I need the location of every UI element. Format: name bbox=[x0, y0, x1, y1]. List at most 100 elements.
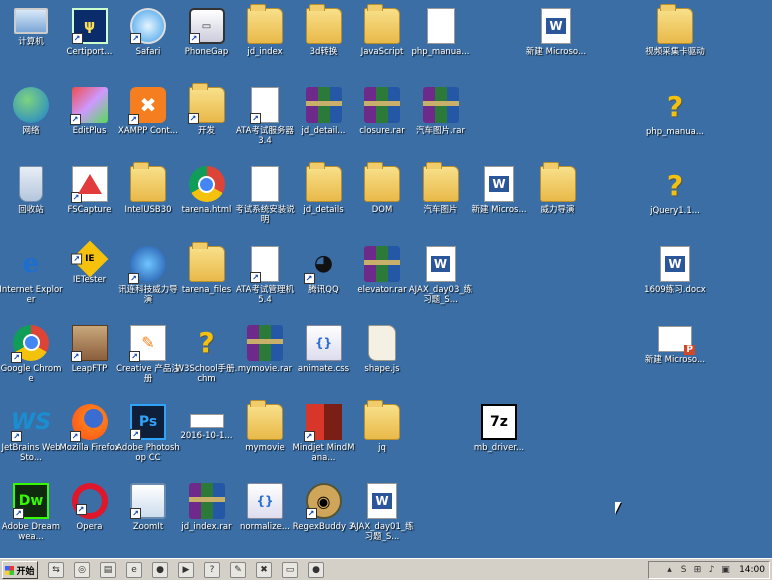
desktop[interactable]: 计算机 ψ ↗ Certiport... ↗ Safari ▭ ↗ PhoneGap jd_ind… bbox=[0, 0, 772, 558]
desktop-icon-qq[interactable]: ◕ ↗ 腾讯QQ bbox=[294, 242, 354, 320]
desktop-icon-editplus[interactable]: ↗ EditPlus bbox=[60, 83, 120, 161]
desktop-icon-chrome[interactable]: ↗ Google Chrome bbox=[1, 321, 61, 399]
desktop-icon-phonegap[interactable]: ▭ ↗ PhoneGap bbox=[177, 4, 237, 82]
desktop-icon-photoshop[interactable]: Ps ↗ Adobe Photoshop CC bbox=[116, 400, 180, 478]
desktop-icon-label: Certiport... bbox=[66, 47, 113, 57]
winrar-icon bbox=[364, 245, 400, 282]
desktop-icon-firefox[interactable]: ↗ Mozilla Firefox bbox=[59, 400, 120, 478]
desktop-icon-new_word_1[interactable]: W 新建 Microso... bbox=[526, 4, 586, 82]
shortcut-arrow-icon: ↗ bbox=[305, 508, 317, 520]
desktop-icon-safari[interactable]: ↗ Safari bbox=[118, 4, 178, 82]
desktop-icon-3d[interactable]: 3d转换 bbox=[294, 4, 354, 82]
desktop-icon-w3school[interactable]: ? W3School手册.chm bbox=[176, 321, 238, 399]
desktop-icon-new_word_2[interactable]: W 新建 Micros... bbox=[469, 162, 529, 240]
desktop-icon-zoomit[interactable]: ↗ ZoomIt bbox=[118, 479, 178, 557]
desktop-icon-intelusb[interactable]: IntelUSB30 bbox=[118, 162, 178, 240]
ql-chrome-2[interactable]: ● bbox=[308, 562, 324, 578]
desktop-icon-tarena_html[interactable]: tarena.html bbox=[177, 162, 237, 240]
desktop-icon-dreamweaver[interactable]: Dw ↗ Adobe Dreamwea... bbox=[1, 479, 61, 557]
ql-media[interactable]: ▶ bbox=[178, 562, 194, 578]
ql-chrome[interactable]: ● bbox=[152, 562, 168, 578]
desktop-icon-jd_detail_rar[interactable]: jd_detail... bbox=[294, 83, 354, 161]
desktop-icon-exercise_1609[interactable]: W 1609练习.docx bbox=[644, 242, 706, 320]
winrar-icon bbox=[188, 483, 225, 520]
desktop-icon-ata_server[interactable]: ↗ ATA考试服务器3.4 bbox=[235, 83, 295, 161]
desktop-icon-certiport[interactable]: ψ ↗ Certiport... bbox=[60, 4, 120, 82]
desktop-icon-new_ppt[interactable]: 新建 Microso... bbox=[645, 322, 705, 400]
desktop-icon-ajax_day03[interactable]: W AJAX_day03_练习题_S... bbox=[409, 242, 472, 320]
desktop-icon-jd_details[interactable]: jd_details bbox=[294, 162, 354, 240]
desktop-icon-label: closure.rar bbox=[359, 126, 405, 137]
desktop-icon-jd_index[interactable]: jd_index bbox=[235, 4, 295, 82]
desktop-icon-mindjet[interactable]: ↗ Mindjet MindMana... bbox=[293, 400, 354, 478]
desktop-icon-label: mb_driver... bbox=[473, 443, 525, 453]
shortcut-arrow-icon: ↗ bbox=[13, 508, 24, 520]
desktop-icon-xampp[interactable]: ✖ ↗ XAMPP Cont... bbox=[118, 83, 178, 161]
flag-icon[interactable]: ▴ bbox=[664, 565, 675, 576]
desktop-icon-jd_index_rar[interactable]: jd_index.rar bbox=[177, 479, 237, 557]
ime-icon[interactable]: S bbox=[678, 565, 689, 576]
desktop-icon-normalize[interactable]: {} normalize... bbox=[235, 479, 295, 557]
desktop-icon-exam_install[interactable]: 考试系统安装说明 bbox=[235, 162, 295, 240]
desktop-icon-xunlei[interactable]: ↗ 讯连科技威力导演 bbox=[118, 242, 178, 320]
desktop-icon-weili[interactable]: 威力导演 bbox=[528, 162, 588, 240]
desktop-icon-creative[interactable]: ✎ ↗ Creative 产品注册 bbox=[116, 321, 180, 399]
desktop-icon-elevator_rar[interactable]: elevator.rar bbox=[352, 242, 412, 320]
desktop-icon-closure_rar[interactable]: closure.rar bbox=[352, 83, 412, 161]
desktop-icon-date_file[interactable]: 2016-10-1... bbox=[177, 400, 237, 478]
display-icon[interactable]: ▣ bbox=[720, 565, 731, 576]
desktop-icon-label: 汽车图片.rar bbox=[416, 126, 465, 137]
desktop-icon-mb_driver[interactable]: 7z mb_driver... bbox=[469, 400, 529, 478]
start-label: 开始 bbox=[16, 566, 35, 577]
ql-browser[interactable]: ◎ bbox=[74, 562, 90, 578]
desktop-icon-computer[interactable]: 计算机 bbox=[1, 4, 61, 82]
document-icon bbox=[189, 414, 224, 428]
desktop-icon-kaifa[interactable]: ↗ 开发 bbox=[177, 83, 237, 161]
start-button[interactable]: 开始 bbox=[2, 561, 38, 579]
chrome-icon: ● bbox=[312, 565, 320, 575]
desktop-icon-mymovie[interactable]: mymovie bbox=[235, 400, 295, 478]
desktop-icon-recycle[interactable]: 回收站 bbox=[1, 162, 61, 240]
desktop-icon-animate_css[interactable]: {} animate.css bbox=[294, 321, 354, 399]
desktop-icon-jq[interactable]: jq bbox=[352, 400, 412, 478]
ql-show-desktop[interactable]: ⇆ bbox=[48, 562, 64, 578]
ql-xampp[interactable]: ✖ bbox=[256, 562, 272, 578]
clock[interactable]: 14:00 bbox=[739, 565, 765, 575]
command-prompt-icon: ▭ bbox=[285, 565, 295, 575]
desktop-icon-label: JetBrains WebSto... bbox=[1, 443, 61, 463]
desktop-icon-php_manual[interactable]: php_manua... bbox=[411, 4, 471, 82]
word-icon: W bbox=[484, 166, 514, 203]
desktop-icon-ata_manage[interactable]: ↗ ATA考试管理机5.4 bbox=[235, 242, 295, 320]
desktop-icon-jquery[interactable]: ? jQuery1.1... bbox=[645, 163, 705, 241]
desktop-icon-javascript[interactable]: JavaScript bbox=[352, 4, 412, 82]
ql-ie[interactable]: e bbox=[126, 562, 142, 578]
ql-cmd[interactable]: ▭ bbox=[282, 562, 298, 578]
ql-editplus[interactable]: ✎ bbox=[230, 562, 246, 578]
desktop-icon-tarena_files[interactable]: tarena_files bbox=[177, 241, 237, 320]
desktop-icon-ie[interactable]: e Internet Explorer bbox=[0, 242, 63, 320]
desktop-icon-fscapture[interactable]: ↗ FSCapture bbox=[60, 162, 120, 240]
photoshop-icon: Ps ↗ bbox=[130, 404, 166, 440]
ql-help[interactable]: ? bbox=[204, 562, 220, 578]
ql-explorer[interactable]: ▤ bbox=[100, 562, 116, 578]
desktop-icon-car_pics_rar[interactable]: 汽车图片.rar bbox=[411, 83, 471, 161]
desktop-icon-ietester[interactable]: IE ↗ IETester bbox=[60, 240, 120, 320]
desktop-icon-video_driver[interactable]: 视频采集卡驱动 bbox=[645, 4, 705, 82]
desktop-icon-label: 讯连科技威力导演 bbox=[118, 284, 178, 305]
network-icon[interactable]: ⊞ bbox=[692, 565, 703, 576]
editplus-icon: ✎ bbox=[234, 565, 242, 575]
desktop-icon-webstorm[interactable]: WS ↗ JetBrains WebSto... bbox=[1, 400, 61, 478]
desktop-icon-opera[interactable]: ↗ Opera bbox=[60, 479, 120, 557]
desktop-icon-ajax_day01[interactable]: W AJAX_day01_练习题_S... bbox=[350, 479, 414, 557]
desktop-icon-label: RegexBuddy 3 bbox=[292, 522, 355, 533]
desktop-icon-mymovie_rar[interactable]: mymovie.rar bbox=[235, 321, 295, 399]
desktop-icon-network[interactable]: 网络 bbox=[1, 83, 61, 161]
desktop-icon-shape_js[interactable]: shape.js bbox=[352, 321, 412, 399]
desktop-icon-dom[interactable]: DOM bbox=[352, 162, 412, 240]
desktop-icon-leapftp[interactable]: ↗ LeapFTP bbox=[60, 321, 120, 399]
desktop-icon-regexbuddy[interactable]: ◉ ↗ RegexBuddy 3 bbox=[292, 479, 355, 557]
desktop-icon-label: 回收站 bbox=[18, 205, 44, 216]
volume-icon[interactable]: ♪ bbox=[706, 565, 717, 576]
desktop-icon-car_pics[interactable]: 汽车图片 bbox=[411, 162, 471, 240]
desktop-icon-php_manual_chm[interactable]: ? php_manua... bbox=[645, 84, 705, 162]
